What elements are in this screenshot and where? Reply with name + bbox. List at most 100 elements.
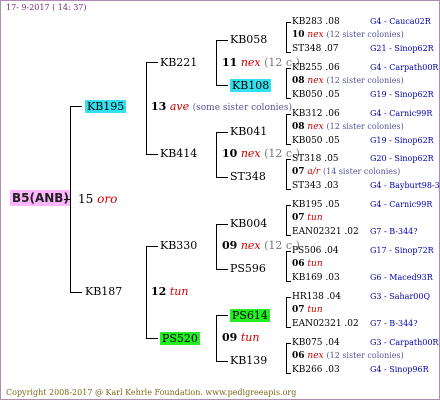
bracket-line [286,297,291,298]
gen4-breeder: nex [307,30,324,40]
bracket-line [286,205,287,235]
root-info: 15 oro [78,193,117,205]
gen4-dam-line: G7 - B-344? [370,227,418,236]
gen3-code[interactable]: PS596 [230,263,266,274]
gen2-info: 09 nex (12 c.) [222,240,300,251]
bracket-line [286,251,287,281]
bracket-line [286,327,291,328]
gen1-code[interactable]: KB187 [85,286,122,297]
gen4-mother-info: 06 nex (12 sister colonies) [292,352,404,361]
gen2-code[interactable]: KB221 [160,57,197,68]
gen3-code[interactable]: KB058 [230,34,267,45]
gen4-dam[interactable]: EAN02321 .02 [292,228,359,237]
gen3-code[interactable]: PS614 [230,309,270,322]
bracket-line [286,22,291,23]
gen4-sire-line: G4 - Carnic99R [370,200,433,209]
bracket-line [286,343,287,373]
gen4-sire[interactable]: KB195 .05 [292,201,340,210]
gen4-year: 08 [292,122,305,132]
gen1-info: 13 ave (some sister colonies) [151,101,292,113]
gen2-code[interactable]: KB414 [160,148,197,159]
gen4-sire[interactable]: ST318 .05 [292,155,339,164]
gen4-sire-line: G3 - Sahar00Q [370,292,431,301]
gen4-sire[interactable]: KB312 .06 [292,110,340,119]
bracket-line [286,189,291,190]
gen4-dam[interactable]: KB050 .05 [292,137,340,146]
gen1-code[interactable]: KB195 [85,100,127,113]
gen4-breeder: tun [307,213,323,223]
gen4-mother-info: 08 nex (12 sister colonies) [292,77,404,86]
gen2-breeder: nex [240,147,261,160]
gen3-code[interactable]: KB004 [230,218,267,229]
gen4-sire[interactable]: HR138 .04 [292,293,341,302]
gen4-sire-line: G4 - Cauca02R [370,17,431,26]
gen4-year: 07 [292,167,305,177]
bracket-line [286,159,287,189]
gen3-code[interactable]: KB108 [230,79,272,92]
bracket-line [286,144,291,145]
gen3-code[interactable]: KB041 [230,126,267,137]
gen4-sire[interactable]: KB255 .06 [292,64,340,73]
gen1-year: 12 [151,285,167,298]
bracket-line [286,68,287,98]
gen2-code[interactable]: KB330 [160,240,197,251]
gen1-note: (some sister colonies) [192,103,292,113]
gen4-dam[interactable]: ST343 .03 [292,182,339,191]
gen2-breeder: nex [240,56,261,69]
gen2-year: 11 [222,56,238,69]
gen4-breeder: a/r [307,167,321,177]
bracket-line [286,114,291,115]
gen1-breeder: tun [169,285,189,298]
gen2-year: 10 [222,147,238,160]
gen4-breeder: nex [307,76,324,86]
root-breeder: oro [97,192,118,206]
root-queen[interactable]: B5(ANB) [10,190,71,206]
gen4-breeder: tun [307,305,323,315]
gen4-sire[interactable]: KB283 .08 [292,18,340,27]
gen2-code[interactable]: PS520 [160,332,200,345]
gen3-code[interactable]: KB139 [230,355,267,366]
gen1-breeder: ave [169,100,190,113]
gen3-code[interactable]: ST348 [230,171,266,182]
gen4-year: 07 [292,213,305,223]
gen4-mother-info: 07 tun [292,306,323,315]
timestamp: 17- 9-2017 ( 14: 37) [6,3,87,12]
gen4-sire-line: G4 - Carnic99R [370,109,433,118]
gen1-info: 12 tun [151,286,188,297]
gen4-dam[interactable]: KB266 .03 [292,366,340,375]
gen4-year: 06 [292,351,305,361]
copyright-footer: Copyright 2008-2017 @ Karl Kehrle Founda… [6,388,297,397]
gen4-dam[interactable]: KB169 .03 [292,274,340,283]
gen4-sire[interactable]: KB075 .04 [292,339,340,348]
bracket-line [286,159,291,160]
gen4-note: (12 sister colonies) [326,30,404,39]
gen4-sire-line: G3 - Carpath00R [370,338,439,347]
gen4-dam[interactable]: KB050 .05 [292,91,340,100]
bracket-line [286,235,291,236]
gen4-sire[interactable]: PS506 .04 [292,247,339,256]
gen4-mother-info: 10 nex (12 sister colonies) [292,31,404,40]
gen4-sire-line: G17 - Sinop72R [370,246,434,255]
gen2-info: 10 nex (12 c.) [222,148,300,159]
gen4-mother-info: 08 nex (12 sister colonies) [292,123,404,132]
gen2-breeder: nex [240,239,261,252]
bracket-line [286,98,291,99]
gen2-year: 09 [222,331,238,344]
gen4-dam[interactable]: EAN02321 .02 [292,320,359,329]
gen1-year: 13 [151,100,167,113]
gen2-breeder: tun [240,331,260,344]
bracket-line [286,114,287,144]
gen4-dam-line: G6 - Maced93R [370,273,433,282]
bracket-line [286,373,291,374]
gen4-breeder: nex [307,122,324,132]
root-code[interactable]: B5(ANB) [10,190,71,206]
gen4-year: 10 [292,30,305,40]
gen4-dam-line: G7 - B-344? [370,319,418,328]
gen4-dam-line: G4 - Bayburt98-3 [370,181,440,190]
gen4-dam[interactable]: ST348 .07 [292,45,339,54]
gen4-mother-info: 07 a/r (14 sister colonies) [292,168,400,177]
gen2-info: 11 nex (12 c.) [222,57,300,68]
bracket-line [286,205,291,206]
gen4-note: (12 sister colonies) [326,351,404,360]
gen4-note: (14 sister colonies) [322,167,401,176]
